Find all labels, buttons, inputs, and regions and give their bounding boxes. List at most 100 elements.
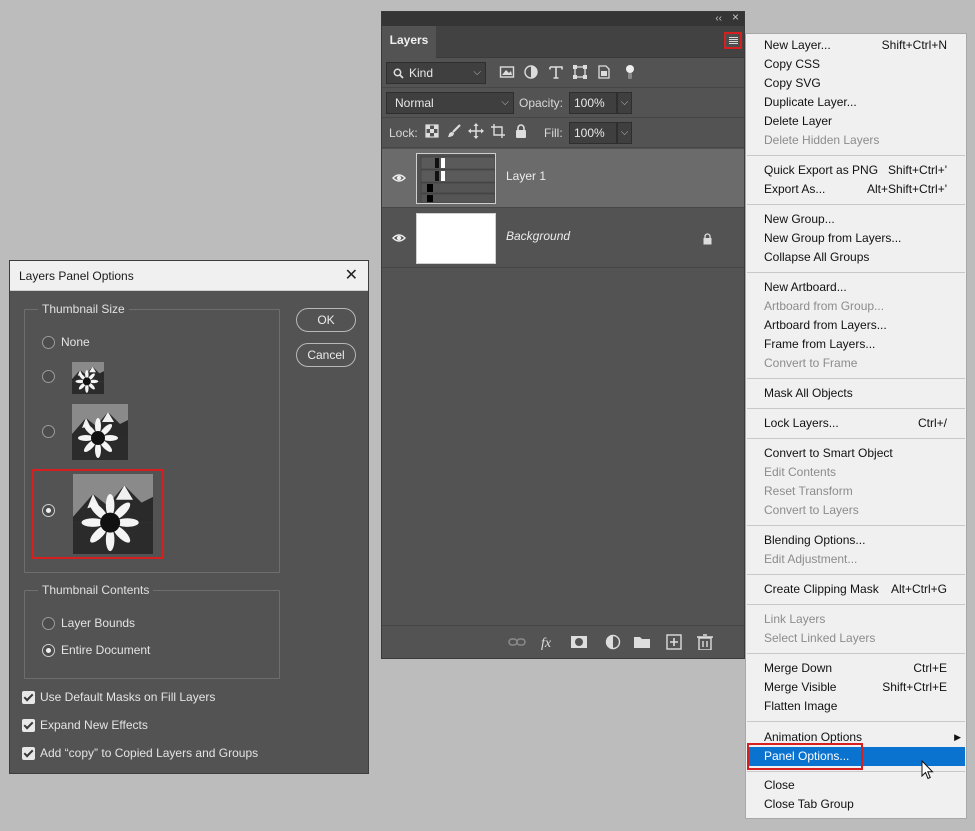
panel-menu-button[interactable] <box>724 32 742 49</box>
eye-icon[interactable] <box>392 231 406 245</box>
add-mask-icon[interactable] <box>570 634 588 650</box>
menu-separator <box>747 721 965 722</box>
lock-all-icon[interactable] <box>513 123 529 139</box>
thumbnail-small-radio[interactable] <box>42 370 55 383</box>
menu-item-label: Duplicate Layer... <box>764 95 857 109</box>
layer-name[interactable]: Layer 1 <box>506 169 546 183</box>
lock-position-icon[interactable] <box>468 123 484 139</box>
lock-row: Lock: Fill: 100% ⌵ <box>382 118 744 148</box>
eye-icon[interactable] <box>392 171 406 185</box>
fill-slider-toggle[interactable]: ⌵ <box>617 122 632 144</box>
new-group-icon[interactable] <box>633 634 651 650</box>
menu-item-label: Collapse All Groups <box>764 250 870 264</box>
menu-item-label: New Artboard... <box>764 280 847 294</box>
fill-input[interactable]: 100% <box>569 122 617 144</box>
opacity-value: 100% <box>574 96 605 110</box>
layer-name[interactable]: Background <box>506 229 570 243</box>
pixel-layer-filter-icon[interactable] <box>499 64 515 80</box>
add-copy-checkbox[interactable] <box>22 747 35 760</box>
menu-item-copy-css[interactable]: Copy CSS <box>747 55 965 74</box>
menu-item-label: Frame from Layers... <box>764 337 876 351</box>
layer-row-background[interactable]: Background <box>382 209 744 268</box>
chevron-down-icon: ⌵ <box>473 67 481 78</box>
close-panel-icon[interactable]: × <box>732 11 739 23</box>
opacity-input[interactable]: 100% <box>569 92 617 114</box>
menu-item-close-tab-group[interactable]: Close Tab Group <box>747 795 965 814</box>
menu-item-flatten-image[interactable]: Flatten Image <box>747 697 965 716</box>
menu-item-quick-export[interactable]: Quick Export as PNG Shift+Ctrl+' <box>747 161 965 180</box>
filter-kind-dropdown[interactable]: Kind ⌵ <box>386 62 486 84</box>
lock-transparent-pixels-icon[interactable] <box>424 123 440 139</box>
lock-image-pixels-icon[interactable] <box>446 123 462 139</box>
menu-item-duplicate-layer[interactable]: Duplicate Layer... <box>747 93 965 112</box>
menu-item-copy-svg[interactable]: Copy SVG <box>747 74 965 93</box>
hamburger-icon-line <box>728 43 738 44</box>
menu-item-create-clipping-mask[interactable]: Create Clipping Mask Alt+Ctrl+G <box>747 580 965 599</box>
thumbnail-medium-radio[interactable] <box>42 425 55 438</box>
lock-artboard-icon[interactable] <box>490 123 506 139</box>
shape-layer-filter-icon[interactable] <box>572 64 588 80</box>
smart-object-filter-icon[interactable] <box>596 64 612 80</box>
menu-item-mask-all-objects[interactable]: Mask All Objects <box>747 384 965 403</box>
entire-document-radio[interactable] <box>42 644 55 657</box>
trash-icon[interactable] <box>696 634 714 650</box>
panel-top-strip: ‹‹ × <box>382 11 744 26</box>
cancel-button[interactable]: Cancel <box>296 343 356 367</box>
menu-item-export-as[interactable]: Export As... Alt+Shift+Ctrl+' <box>747 180 965 199</box>
menu-item-label: Select Linked Layers <box>764 631 876 645</box>
menu-item-select-linked-layers: Select Linked Layers <box>747 629 965 648</box>
use-default-masks-checkbox[interactable] <box>22 691 35 704</box>
menu-item-label: Convert to Frame <box>764 356 858 370</box>
menu-item-label: Flatten Image <box>764 699 838 713</box>
svg-text:fx: fx <box>541 636 552 650</box>
thumbnail-none-radio[interactable] <box>42 336 55 349</box>
menu-item-delete-layer[interactable]: Delete Layer <box>747 112 965 131</box>
menu-separator <box>747 525 965 526</box>
menu-item-label: Artboard from Layers... <box>764 318 887 332</box>
expand-new-effects-checkbox[interactable] <box>22 719 35 732</box>
menu-item-new-artboard[interactable]: New Artboard... <box>747 278 965 297</box>
thumbnail-large-radio[interactable] <box>42 504 55 517</box>
menu-item-frame-from-layers[interactable]: Frame from Layers... <box>747 335 965 354</box>
tab-layers[interactable]: Layers <box>382 26 436 58</box>
adjustment-layer-filter-icon[interactable] <box>523 64 539 80</box>
layer-thumbnail <box>416 153 496 204</box>
menu-separator <box>747 378 965 379</box>
menu-item-artboard-from-layers[interactable]: Artboard from Layers... <box>747 316 965 335</box>
menu-item-new-layer[interactable]: New Layer... Shift+Ctrl+N <box>747 36 965 55</box>
adjustment-layer-icon[interactable] <box>604 634 622 650</box>
menu-item-merge-visible[interactable]: Merge Visible Shift+Ctrl+E <box>747 678 965 697</box>
type-layer-filter-icon[interactable] <box>548 64 564 80</box>
opacity-label: Opacity: <box>519 96 564 110</box>
ok-button[interactable]: OK <box>296 308 356 332</box>
collapse-panel-icon[interactable]: ‹‹ <box>715 13 722 24</box>
opacity-slider-toggle[interactable]: ⌵ <box>617 92 632 114</box>
new-layer-icon[interactable] <box>665 634 683 650</box>
menu-separator <box>747 272 965 273</box>
blend-mode-dropdown[interactable]: Normal ⌵ <box>386 92 514 114</box>
menu-item-edit-adjustment: Edit Adjustment... <box>747 550 965 569</box>
submenu-arrow-icon: ▶ <box>954 732 961 742</box>
menu-item-shortcut: Ctrl+E <box>913 661 947 675</box>
menu-item-label: New Group... <box>764 212 835 226</box>
layer-row-layer-1[interactable]: Layer 1 <box>382 149 744 208</box>
menu-item-label: Copy SVG <box>764 76 821 90</box>
menu-item-collapse-all-groups[interactable]: Collapse All Groups <box>747 248 965 267</box>
menu-item-new-group-from-layers[interactable]: New Group from Layers... <box>747 229 965 248</box>
menu-item-label: Lock Layers... <box>764 416 839 430</box>
filter-toggle-icon[interactable] <box>622 64 638 80</box>
menu-item-lock-layers[interactable]: Lock Layers... Ctrl+/ <box>747 414 965 433</box>
menu-item-label: Create Clipping Mask <box>764 582 879 596</box>
menu-item-link-layers: Link Layers <box>747 610 965 629</box>
fx-icon[interactable]: fx <box>540 634 558 650</box>
close-icon[interactable]: ✕ <box>345 261 358 291</box>
layer-bounds-radio[interactable] <box>42 617 55 630</box>
menu-item-new-group[interactable]: New Group... <box>747 210 965 229</box>
menu-item-convert-to-smart-object[interactable]: Convert to Smart Object <box>747 444 965 463</box>
menu-item-blending-options[interactable]: Blending Options... <box>747 531 965 550</box>
link-layers-icon[interactable] <box>508 634 526 650</box>
menu-item-convert-to-frame: Convert to Frame <box>747 354 965 373</box>
menu-item-merge-down[interactable]: Merge Down Ctrl+E <box>747 659 965 678</box>
menu-separator <box>747 604 965 605</box>
hamburger-icon-line <box>728 39 738 40</box>
